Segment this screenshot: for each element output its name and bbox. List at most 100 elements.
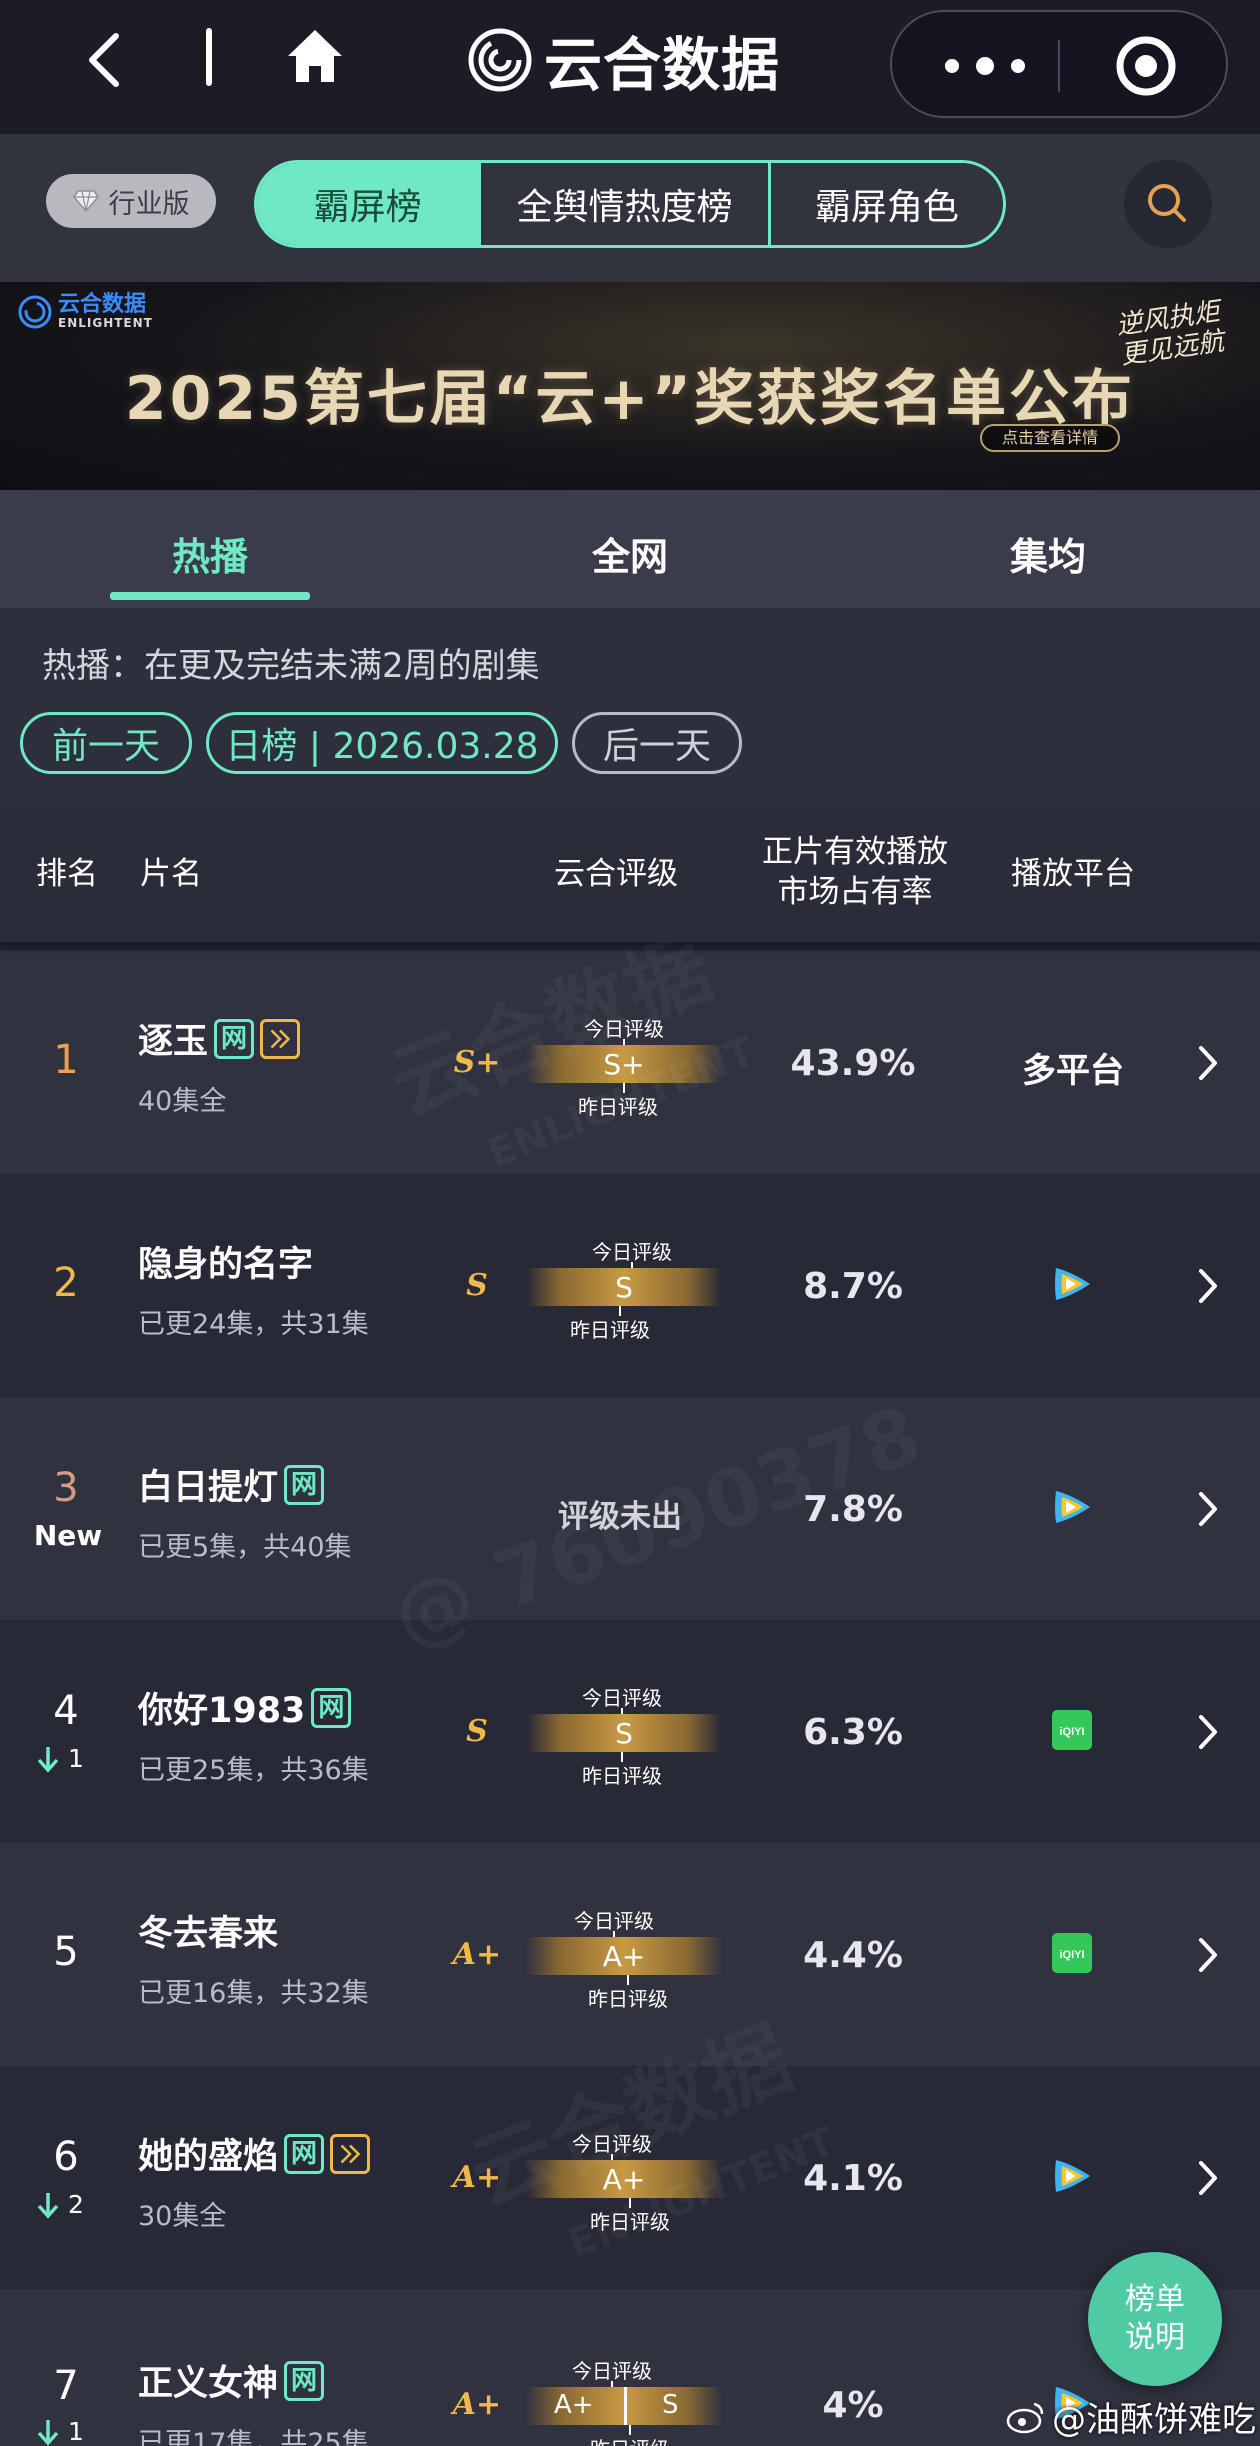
fast-forward-icon [260, 1018, 301, 1059]
banner-logo-cn: 云合数据 [58, 292, 147, 317]
weibo-handle: @油酥饼难吃 [1052, 2400, 1256, 2440]
date-picker-button[interactable]: 日榜 | 2026.03.28 [206, 712, 558, 774]
iqiyi-icon-text: iQIYI [1059, 1949, 1084, 1961]
grade-value: A+ [452, 2387, 502, 2422]
market-share: 4.1% [803, 2158, 903, 2199]
chevron-right-icon[interactable] [1196, 1935, 1220, 1975]
grade-bar-yesterday-text: S [662, 2390, 679, 2420]
back-arrow-icon[interactable] [78, 28, 138, 92]
rank-number: 1 [53, 1037, 79, 1083]
diamond-icon [72, 190, 99, 213]
date-selector-area: 热播：在更及完结未满2周的剧集 前一天 日榜 | 2026.03.28 后一天 [0, 608, 1260, 808]
grade-pending: 评级未出 [558, 1499, 682, 1535]
tencent-video-icon [1055, 2160, 1090, 2192]
capsule-divider [1058, 40, 1060, 92]
table-row[interactable]: 6 2 她的盛焰 网 30集全 A+ 今日评级 A+ 昨日评级 4.1% [0, 2066, 1260, 2289]
nav-separator [206, 28, 212, 86]
segment-bapingjuese[interactable]: 霸屏角色 [771, 163, 1003, 245]
tab-rebo[interactable]: 热播 [110, 526, 310, 581]
table-row[interactable]: 3 New 白日提灯 网 已更5集，共40集 评级未出 7.8% [0, 1397, 1260, 1620]
iqiyi-icon: iQIYI [1052, 1933, 1092, 1973]
industry-edition-label: 行业版 [108, 188, 190, 220]
grade-bar: S [526, 1714, 722, 1752]
chevron-right-icon[interactable] [1196, 2158, 1220, 2198]
rank-change-value: 2 [68, 2190, 84, 2219]
weibo-icon [1006, 2402, 1044, 2433]
brand-logo-icon [18, 295, 52, 329]
show-title-line: 正义女神 网 [138, 2355, 325, 2406]
market-share: 4.4% [803, 1935, 903, 1976]
episode-status: 已更5集，共40集 [138, 1532, 352, 1563]
tab-jijun[interactable]: 集均 [948, 526, 1148, 581]
arrow-down-icon [37, 2192, 59, 2219]
iqiyi-icon: iQIYI [1052, 1710, 1092, 1750]
show-title-line: 逐玉 网 [138, 1013, 301, 1064]
home-icon[interactable] [284, 26, 346, 88]
industry-edition-badge[interactable]: 行业版 [46, 174, 216, 228]
fast-forward-icon [330, 2133, 371, 2174]
show-title-line: 白日提灯 网 [138, 1459, 325, 1510]
platform-label: 多平台 [1022, 1051, 1124, 1091]
segment-quanyuqing[interactable]: 全舆情热度榜 [481, 163, 771, 245]
market-share: 7.8% [803, 1489, 903, 1530]
next-day-button[interactable]: 后一天 [572, 712, 742, 774]
prev-day-button[interactable]: 前一天 [20, 712, 192, 774]
market-share: 6.3% [803, 1712, 903, 1753]
show-title: 白日提灯 [138, 1468, 279, 1508]
list-explanation-button[interactable]: 榜单 说明 [1088, 2252, 1222, 2386]
table-row[interactable]: 5 冬去春来 已更16集，共32集 A+ 今日评级 A+ 昨日评级 4.4% i… [0, 1843, 1260, 2066]
chevron-right-icon[interactable] [1196, 1266, 1220, 1306]
grade-value: A+ [452, 1937, 502, 1972]
episode-status: 40集全 [138, 1086, 227, 1117]
column-share-line2: 市场占有率 [777, 874, 933, 910]
chevron-right-icon[interactable] [1196, 1712, 1220, 1752]
column-grade: 云合评级 [554, 856, 678, 892]
table-row[interactable]: 4 1 你好1983 网 已更25集，共36集 S 今日评级 S 昨日评级 6.… [0, 1620, 1260, 1843]
chevron-right-icon[interactable] [1196, 1043, 1220, 1083]
market-share: 43.9% [790, 1043, 916, 1084]
chevron-right-icon[interactable] [1196, 1489, 1220, 1529]
episode-status: 已更24集，共31集 [138, 1309, 369, 1340]
yesterday-grade-label: 昨日评级 [578, 1095, 658, 1119]
banner-detail-button[interactable]: 点击查看详情 [980, 424, 1120, 452]
rank-number: 6 [53, 2134, 79, 2180]
today-grade-label: 今日评级 [592, 1240, 672, 1264]
close-target-icon[interactable] [1114, 34, 1178, 98]
yesterday-grade-label: 昨日评级 [582, 1764, 662, 1788]
table-row[interactable]: 1 逐玉 网 40集全 S+ 今日评级 S+ 昨日评级 43.9% 多平台 [0, 951, 1260, 1174]
grade-bar-text: A+ [602, 1940, 646, 1973]
rank-number: 5 [53, 1929, 79, 1975]
market-share: 4% [822, 2385, 884, 2426]
grade-value: A+ [452, 2160, 502, 2195]
list-description: 热播：在更及完结未满2周的剧集 [42, 646, 540, 686]
banner-logo-en: ENLIGHTENT [58, 316, 153, 330]
search-icon[interactable] [1124, 160, 1212, 248]
list-tabs: 热播 全网 集均 [0, 490, 1260, 608]
more-dots-icon[interactable] [940, 56, 1030, 76]
tab-quanwang[interactable]: 全网 [530, 526, 730, 581]
rank-number: 2 [53, 1260, 79, 1306]
show-title-line: 你好1983 网 [138, 1682, 352, 1733]
episode-status: 已更17集，共25集 [138, 2428, 369, 2446]
yesterday-grade-label: 昨日评级 [570, 1318, 650, 1342]
show-title: 隐身的名字 [138, 1245, 314, 1285]
show-title-line: 隐身的名字 [138, 1236, 313, 1287]
grade-value: S [466, 1268, 488, 1303]
rank-change-value: 1 [68, 1744, 84, 1773]
rank-number: 4 [53, 1688, 79, 1734]
iqiyi-icon-text: iQIYI [1059, 1726, 1084, 1738]
miniprogram-capsule [890, 10, 1228, 118]
segment-bapingbang[interactable]: 霸屏榜 [257, 163, 482, 245]
grade-bar: S [526, 1268, 722, 1306]
yesterday-grade-label: 昨日评级 [590, 2210, 670, 2234]
yesterday-grade-label: 昨日评级 [570, 2433, 690, 2446]
grade-bar-text: S [615, 1717, 633, 1750]
rank-number: 7 [53, 2363, 79, 2409]
grade-bar-today-text: A+ [554, 2390, 594, 2420]
web-series-tag: 网 [284, 2360, 325, 2401]
rank-change: 1 [36, 1744, 110, 1773]
table-row[interactable]: 2 隐身的名字 已更24集，共31集 S 今日评级 S 昨日评级 8.7% [0, 1174, 1260, 1397]
show-title-line: 冬去春来 [138, 1905, 278, 1956]
banner-logo: 云合数据 ENLIGHTENT [18, 294, 153, 330]
promo-banner[interactable]: 云合数据 ENLIGHTENT 2025第七届“云+”奖获奖名单公布 点击查看详… [0, 282, 1260, 490]
